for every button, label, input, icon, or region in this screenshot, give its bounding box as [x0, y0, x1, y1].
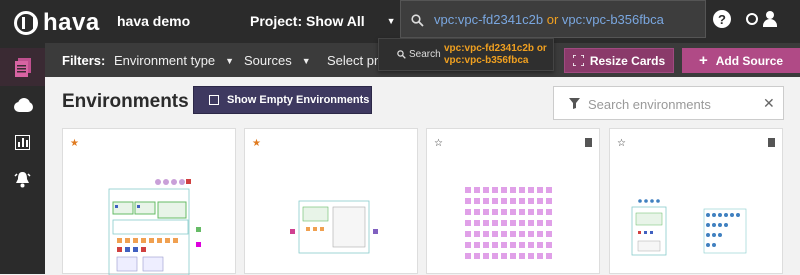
star-filled-icon[interactable]: ★: [70, 138, 79, 149]
plus-icon: +: [698, 52, 708, 69]
environment-card[interactable]: ★: [62, 128, 236, 275]
bell-icon: [14, 171, 31, 187]
brand-name: hava: [43, 9, 100, 36]
caret-down-icon: ▼: [225, 55, 235, 66]
star-filled-icon[interactable]: ★: [252, 138, 261, 149]
help-icon[interactable]: ?: [713, 10, 731, 28]
search-suggestion-label-text: Search: [409, 49, 441, 60]
search-suggestion-text[interactable]: vpc:vpc-fd2341c2b or vpc:vpc-b356fbca: [444, 43, 549, 67]
caret-down-icon: ▼: [301, 55, 311, 66]
star-outline-icon[interactable]: ☆: [434, 138, 443, 149]
clear-icon[interactable]: ✕: [763, 95, 775, 112]
search-suggestion-label: Search: [397, 49, 441, 60]
search-query-text[interactable]: vpc:vpc-fd2341c2b or vpc:vpc-b356fbca: [434, 12, 664, 27]
query-token: vpc:vpc-b356fbca: [561, 12, 664, 27]
search-icon: [397, 50, 406, 59]
environment-diagram-thumbnail: [465, 187, 552, 259]
caret-down-icon: ▼: [386, 16, 396, 26]
add-source-label: Add Source: [715, 53, 784, 68]
resize-cards-label: Resize Cards: [589, 53, 666, 68]
show-empty-label: Show Empty Environments: [227, 94, 370, 106]
sidebar: [0, 43, 45, 274]
cloud-icon: [13, 98, 33, 112]
filter-icon: [569, 98, 580, 109]
environment-search-input[interactable]: Search environments ✕: [553, 86, 784, 120]
hava-logo[interactable]: hava: [14, 9, 100, 37]
global-search-bar[interactable]: vpc:vpc-fd2341c2b or vpc:vpc-b356fbca: [400, 0, 706, 38]
sidebar-item-alerts[interactable]: [0, 160, 45, 198]
hava-logo-icon: [14, 11, 38, 35]
select-project-filter[interactable]: Select pro: [327, 53, 386, 68]
search-placeholder: Search environments: [588, 97, 711, 112]
environment-diagram-thumbnail: [290, 200, 378, 254]
user-icon[interactable]: [763, 11, 777, 27]
environment-card[interactable]: ☆: [426, 128, 600, 274]
sidebar-item-environments[interactable]: [0, 48, 45, 86]
environment-card[interactable]: ★: [244, 128, 418, 274]
filters-label: Filters:: [62, 53, 106, 68]
sources-filter[interactable]: Sources ▼: [244, 53, 311, 68]
project-selector[interactable]: Project: Show All ▼: [250, 13, 396, 29]
page-title: Environments: [62, 91, 189, 112]
query-operator: or: [543, 12, 562, 27]
resize-icon: [572, 55, 584, 66]
trash-icon[interactable]: [768, 138, 775, 147]
checkbox-icon: [209, 95, 219, 105]
sources-label: Sources: [244, 53, 292, 68]
add-source-button[interactable]: + Add Source: [682, 48, 800, 73]
top-bar: hava hava demo Project: Show All ▼ vpc:v…: [0, 0, 800, 43]
environment-diagram-thumbnail: [631, 199, 747, 256]
environment-diagram-thumbnail: [108, 179, 201, 275]
star-outline-icon[interactable]: ☆: [617, 138, 626, 149]
documents-icon: [14, 57, 31, 77]
project-label: Project: Show All: [250, 13, 365, 29]
environment-type-filter[interactable]: Environment type ▼: [114, 53, 234, 68]
resize-cards-button[interactable]: Resize Cards: [564, 48, 674, 73]
select-project-label: Select pro: [327, 53, 386, 68]
sidebar-item-reports[interactable]: [0, 123, 45, 161]
environment-type-label: Environment type: [114, 53, 216, 68]
dashboard-gauge-icon[interactable]: [746, 13, 758, 25]
search-icon[interactable]: [401, 1, 433, 39]
search-suggestion-dropdown[interactable]: Search vpc:vpc-fd2341c2b or vpc:vpc-b356…: [378, 38, 554, 71]
workspace-name[interactable]: hava demo: [117, 13, 190, 29]
sidebar-item-sources[interactable]: [0, 86, 45, 124]
environment-card[interactable]: ☆: [609, 128, 783, 274]
bar-chart-icon: [15, 134, 30, 150]
show-empty-environments-button[interactable]: Show Empty Environments: [193, 86, 372, 114]
trash-icon[interactable]: [585, 138, 592, 147]
query-token: vpc:vpc-fd2341c2b: [434, 12, 544, 27]
